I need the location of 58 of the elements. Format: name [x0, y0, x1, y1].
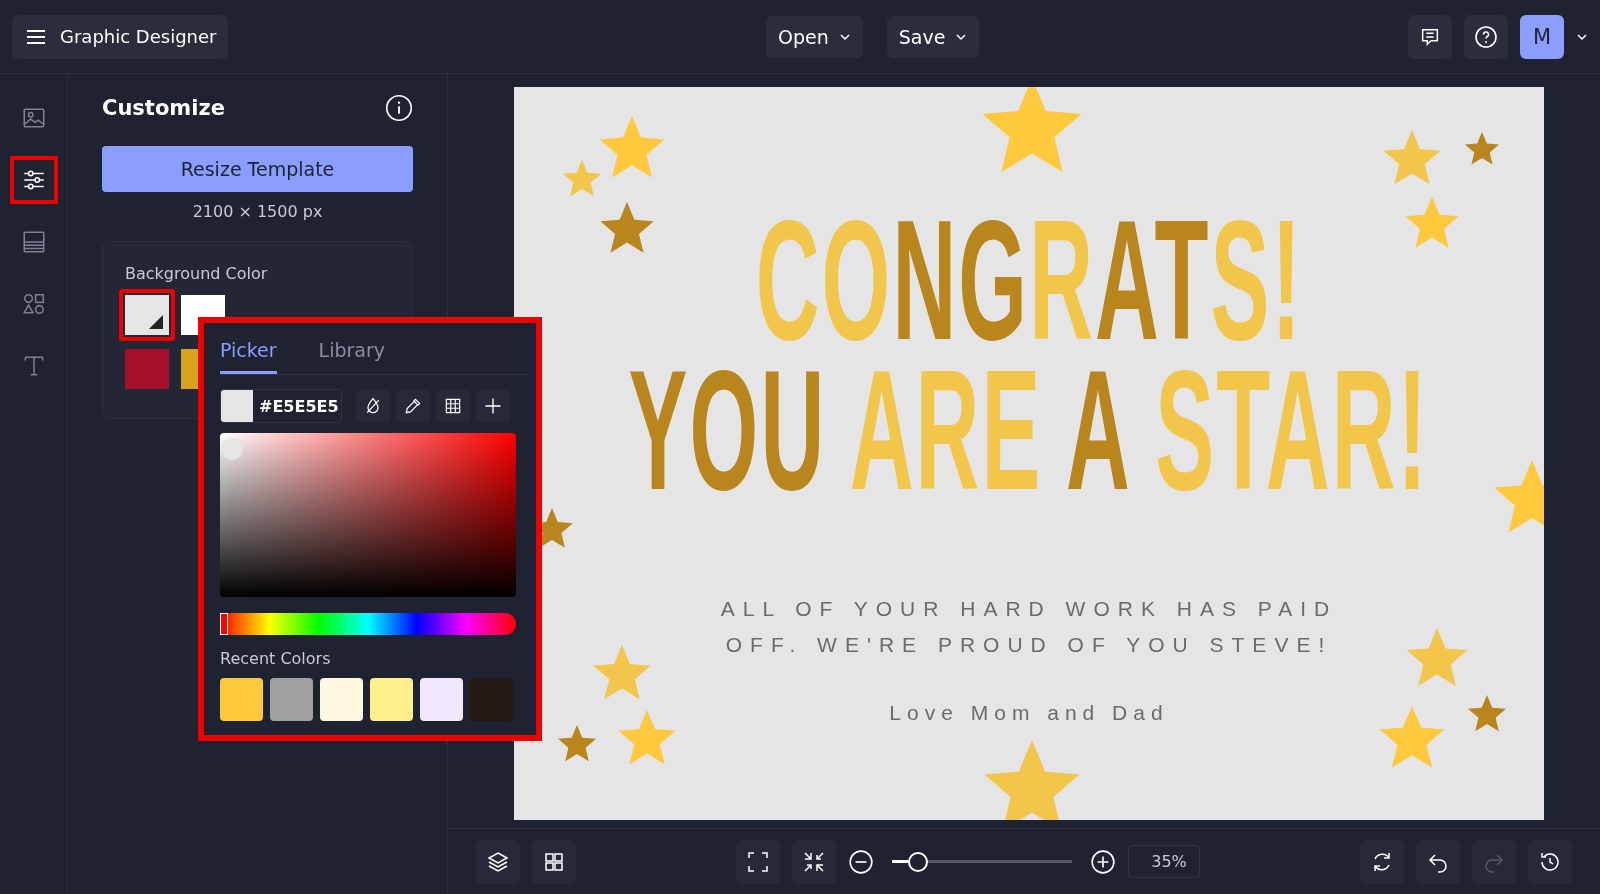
recent-color-swatch[interactable]: [420, 678, 463, 721]
panel-title: Customize: [102, 96, 225, 120]
comment-button[interactable]: [1408, 14, 1452, 59]
saturation-area[interactable]: [220, 433, 516, 597]
sliders-tool-button[interactable]: [9, 156, 58, 204]
grid-icon: [443, 396, 463, 416]
recent-color-swatch[interactable]: [320, 678, 363, 721]
layers-button[interactable]: [476, 839, 520, 884]
menu-dropdown-button[interactable]: Save: [886, 15, 980, 58]
no-color-button[interactable]: [356, 390, 390, 422]
canvas-size-text: 2100 × 1500 px: [191, 202, 324, 221]
info-icon[interactable]: [385, 94, 413, 122]
hex-input-field[interactable]: #E5E5E5: [220, 389, 342, 423]
headline-text: CONGRATS!: [755, 205, 1303, 355]
picker-tab[interactable]: Picker: [220, 323, 277, 374]
eyedropper-button[interactable]: [396, 390, 430, 422]
fullscreen-button[interactable]: [736, 839, 781, 884]
layers-icon: [486, 849, 510, 874]
saturation-handle[interactable]: [221, 438, 243, 460]
message-text: ALL OF YOUR HARD WORK HAS PAID: [720, 596, 1338, 622]
add-color-button[interactable]: [476, 390, 510, 422]
headline-text: YOUAREASTAR!: [628, 355, 1430, 505]
fit-screen-button[interactable]: [792, 839, 837, 884]
zoom-percentage-field[interactable]: 35%: [1128, 845, 1200, 878]
plus-icon: [483, 396, 503, 416]
avatar-button[interactable]: M: [1520, 14, 1564, 59]
eyedropper-icon: [403, 396, 423, 416]
layout-icon: [20, 229, 47, 255]
undo-button[interactable]: [1416, 839, 1460, 884]
recent-colors-label: Recent Colors: [220, 649, 332, 668]
app-menu-button[interactable]: Graphic Designer: [12, 14, 229, 59]
resize-template-button[interactable]: Resize Template: [102, 146, 413, 192]
grid-button[interactable]: [436, 390, 470, 422]
app-title: Graphic Designer: [60, 26, 217, 47]
help-icon: [1474, 24, 1498, 49]
color-swatch[interactable]: [119, 289, 175, 341]
selected-corner-icon: [149, 315, 163, 329]
help-button[interactable]: [1464, 14, 1508, 59]
recent-color-swatch[interactable]: [270, 678, 313, 721]
signature-text: Love Mom and Dad: [889, 701, 1169, 725]
zoom-slider-handle[interactable]: [908, 851, 929, 872]
recent-color-swatch[interactable]: [220, 678, 263, 721]
recent-color-swatch[interactable]: [470, 678, 513, 721]
zoom-out-icon[interactable]: [848, 848, 875, 875]
zoom-in-icon[interactable]: [1090, 848, 1117, 875]
picker-tab[interactable]: Library: [318, 323, 386, 374]
reset-button[interactable]: [1360, 839, 1404, 884]
fullscreen-icon: [746, 849, 771, 874]
shrink-icon: [802, 849, 827, 874]
grid-view-button[interactable]: [532, 839, 576, 884]
hue-slider[interactable]: [220, 613, 516, 635]
menu-dropdown-button[interactable]: Open: [766, 15, 863, 58]
shapes-icon: [20, 291, 47, 317]
history-button[interactable]: [1528, 839, 1572, 884]
message-text: OFF. WE'RE PROUD OF YOU STEVE!: [724, 632, 1334, 658]
hue-handle[interactable]: [220, 613, 228, 635]
background-color-label: Background Color: [125, 264, 269, 283]
recent-color-swatch[interactable]: [370, 678, 413, 721]
